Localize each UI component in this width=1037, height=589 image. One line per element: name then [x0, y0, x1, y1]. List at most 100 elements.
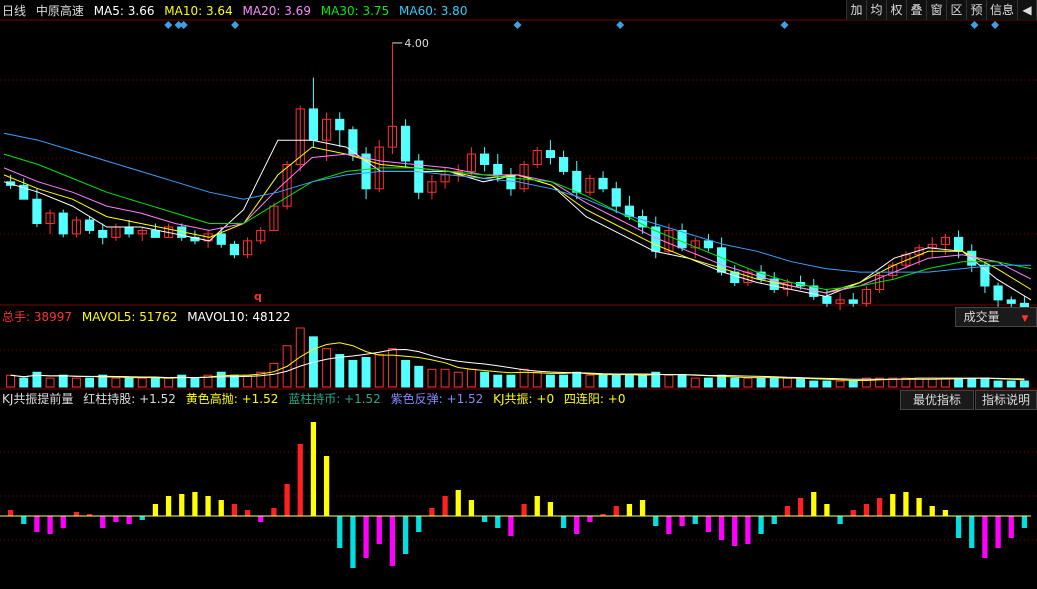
candle-body [493, 163, 503, 176]
period-label[interactable]: 日线 [2, 4, 26, 18]
candle-body [1006, 299, 1016, 304]
candle-body [150, 229, 160, 238]
volume-select[interactable]: 成交量 ▼ [955, 307, 1037, 327]
indicator-bar [244, 510, 251, 516]
indicator-bar [745, 516, 751, 544]
volume-bar [269, 362, 279, 388]
candle-body [980, 264, 990, 287]
best-indicator-button[interactable]: 最优指标 [900, 390, 974, 410]
indicator-bar [495, 516, 501, 528]
volume-bar [466, 368, 476, 388]
volume-bar [624, 374, 634, 388]
volume-bar [743, 377, 753, 388]
volume-bar [769, 377, 779, 388]
indicator-bar [192, 492, 198, 516]
volume-bar [664, 374, 674, 388]
volume-bar [348, 359, 358, 388]
indicator-bar [218, 500, 224, 516]
chart-stage: 4.003.36q 日线 中原高速 MA5: 3.66 MA10: 3.64 M… [0, 0, 1037, 585]
toolbar-chuang-button[interactable]: 窗 [927, 0, 947, 20]
indicator-bar [521, 504, 527, 516]
indicator-bar [916, 498, 922, 516]
signal-diamond-icon [513, 21, 522, 29]
indicator-bar [455, 490, 461, 516]
toolbar-yu-button[interactable]: 预 [967, 0, 987, 20]
indicator-bar [402, 516, 409, 554]
volume-bar [480, 371, 490, 388]
indicator-bar [376, 516, 382, 544]
indicator-bar [47, 516, 53, 534]
indicator-bar [100, 516, 106, 528]
toolbar-quan-button[interactable]: 权 [887, 0, 907, 20]
indicator-bar [34, 516, 40, 532]
toolbar-jun-button[interactable]: 均 [867, 0, 887, 20]
candle-body [822, 295, 832, 304]
candle-body [85, 219, 95, 231]
indicator-bar [850, 510, 856, 516]
candle-body [559, 157, 569, 172]
toolbar-die-button[interactable]: 叠 [907, 0, 927, 20]
volume-bar [137, 377, 147, 388]
indicator-bar [863, 504, 870, 516]
indicator-bar [534, 496, 540, 516]
volume-bar [822, 380, 832, 388]
candle-body [216, 233, 226, 245]
candle-body [308, 108, 318, 141]
indicator-bar [955, 516, 962, 538]
indicator-bar [429, 508, 435, 516]
volume-bar [19, 377, 29, 388]
volume-bar [782, 377, 792, 388]
indicator-bar [205, 496, 211, 516]
volume-bar [559, 374, 569, 388]
chevron-down-icon: ▼ [1021, 314, 1029, 324]
volume-bar [440, 368, 450, 388]
volume-bar [954, 377, 964, 388]
volume-bar [703, 377, 713, 388]
toolbar-qu-button[interactable]: 区 [947, 0, 967, 20]
marker-q-label: q [254, 290, 262, 303]
indicator-bar [837, 516, 843, 524]
candle-body [545, 150, 555, 159]
indicator-bar [363, 516, 369, 558]
indicator-bar [929, 506, 935, 516]
indicator-bar [969, 516, 975, 548]
candle-body [480, 153, 490, 165]
volume-bar [598, 374, 608, 388]
volume-bar [322, 348, 332, 388]
volume-bar [1006, 380, 1016, 388]
volume-header: 总手: 38997 MAVOL5: 51762 MAVOL10: 48122 [2, 309, 297, 325]
indicator-bar [903, 492, 909, 516]
indicator-bar [165, 496, 172, 516]
candle-body [124, 226, 134, 235]
indicator-bar [310, 422, 317, 516]
indicator-help-button[interactable]: 指标说明 [975, 390, 1037, 410]
candle-body [611, 188, 621, 207]
indicator-bar [350, 516, 356, 568]
candle-body [98, 229, 108, 238]
volume-bar [993, 380, 1003, 388]
volume-bar [427, 368, 437, 388]
indicator-bar [613, 506, 619, 516]
volume-bar [967, 377, 977, 388]
candle-body [32, 198, 42, 224]
collapse-arrow-icon[interactable]: ◀ [1018, 0, 1037, 20]
volume-bar [796, 377, 806, 388]
indicator-bar [718, 516, 725, 540]
indicator-bar [258, 516, 264, 522]
indicator-bar [468, 500, 475, 516]
candle-body [598, 177, 608, 190]
volume-bar [545, 374, 555, 388]
volume-bar [387, 348, 397, 388]
mavol5-value: MAVOL5: 51762 [81, 310, 178, 324]
indicator-header: KJ共振提前量 红柱持股: +1.52 黄色高抛: +1.52 蓝柱持币: +1… [2, 391, 631, 407]
candle-body [730, 271, 740, 284]
indicator-bar [705, 516, 712, 532]
volume-bar [690, 377, 700, 388]
volume-total: 总手: 38997 [2, 310, 73, 324]
volume-bar [1019, 380, 1029, 388]
ma-line-ma10 [3, 146, 1032, 294]
toolbar-info-button[interactable]: 信息 [987, 0, 1018, 20]
volume-bar [190, 377, 200, 388]
indicator-blue: 蓝柱持币: +1.52 [288, 392, 381, 406]
toolbar-jia-button[interactable]: 加 [847, 0, 867, 20]
